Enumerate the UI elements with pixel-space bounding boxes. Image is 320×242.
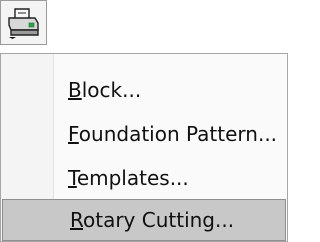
menu-item-rotary-cutting[interactable]: Rotary Cutting... — [2, 199, 286, 241]
menu-item-label: Rotary Cutting... — [70, 208, 235, 232]
print-dropdown-button[interactable] — [0, 0, 47, 45]
menu-item-block[interactable]: Block... — [1, 68, 287, 112]
print-dropdown-menu: Block... Foundation Pattern... Templates… — [0, 53, 288, 242]
printer-icon — [8, 8, 39, 39]
menu-item-label: Foundation Pattern... — [68, 122, 278, 146]
menu-item-templates[interactable]: Templates... — [1, 156, 287, 200]
menu-item-foundation-pattern[interactable]: Foundation Pattern... — [1, 112, 287, 156]
menu-item-label: Templates... — [68, 166, 189, 190]
triangle-down-icon — [9, 37, 16, 39]
menu-item-label: Block... — [68, 78, 142, 102]
